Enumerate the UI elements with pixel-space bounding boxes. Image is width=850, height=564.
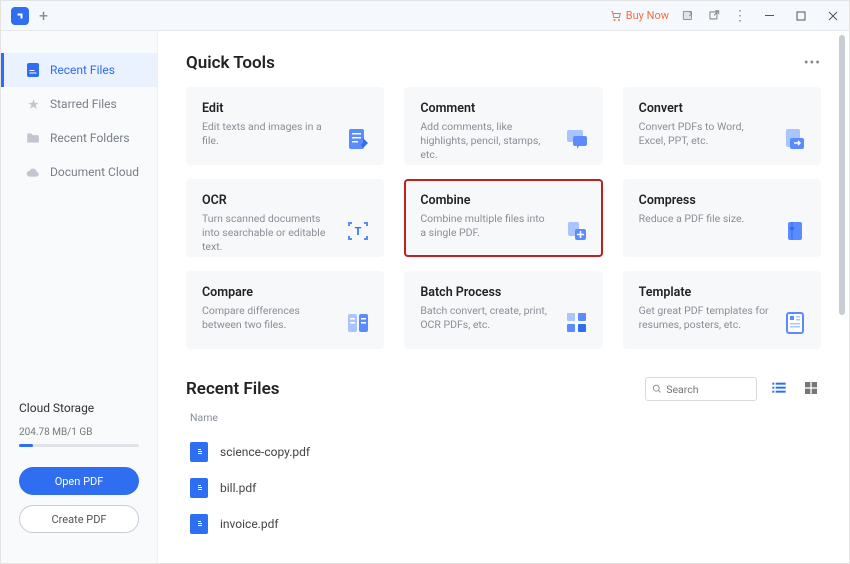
combine-icon xyxy=(565,219,589,243)
sidebar-item-label: Document Cloud xyxy=(50,165,139,179)
sidebar-item-label: Recent Folders xyxy=(50,131,130,145)
scrollbar[interactable] xyxy=(839,35,845,315)
sidebar-item-recent-folders[interactable]: Recent Folders xyxy=(1,121,157,155)
sidebar-item-label: Starred Files xyxy=(50,97,117,111)
quick-tools-title: Quick Tools xyxy=(186,53,275,73)
card-title: Combine xyxy=(420,193,586,208)
tool-card-template[interactable]: Template Get great PDF templates for res… xyxy=(623,271,821,349)
card-title: Edit xyxy=(202,101,368,116)
template-icon xyxy=(783,311,807,335)
minimize-button[interactable] xyxy=(759,6,779,26)
card-desc: Add comments, like highlights, pencil, s… xyxy=(420,120,586,163)
compress-icon xyxy=(783,219,807,243)
card-title: Convert xyxy=(639,101,805,116)
card-title: Compress xyxy=(639,193,805,208)
pdf-file-icon xyxy=(190,478,208,498)
compare-icon xyxy=(346,311,370,335)
sidebar-item-recent-files[interactable]: Recent Files xyxy=(1,53,157,87)
tool-card-ocr[interactable]: OCR Turn scanned documents into searchab… xyxy=(186,179,384,257)
file-name: science-copy.pdf xyxy=(220,445,310,459)
tool-card-edit[interactable]: Edit Edit texts and images in a file. xyxy=(186,87,384,165)
card-title: Compare xyxy=(202,285,368,300)
card-title: Template xyxy=(639,285,805,300)
card-desc: Combine multiple files into a single PDF… xyxy=(420,212,586,240)
titlebar: + Buy Now ⋮ xyxy=(1,1,849,31)
sidebar: Recent Files Starred Files Recent Folder… xyxy=(1,31,158,563)
card-desc: Compare differences between two files. xyxy=(202,304,368,332)
tool-card-compare[interactable]: Compare Compare differences between two … xyxy=(186,271,384,349)
file-item[interactable]: bill.pdf xyxy=(186,470,821,506)
card-desc: Batch convert, create, print, OCR PDFs, … xyxy=(420,304,586,332)
maximize-button[interactable] xyxy=(791,6,811,26)
svg-text:T: T xyxy=(355,225,362,238)
edit-icon xyxy=(346,127,370,151)
comment-icon xyxy=(565,127,589,151)
file-item[interactable]: invoice.pdf xyxy=(186,506,821,542)
star-icon xyxy=(26,97,40,111)
sidebar-item-label: Recent Files xyxy=(50,63,115,77)
card-desc: Edit texts and images in a file. xyxy=(202,120,368,148)
batch-icon xyxy=(565,311,589,335)
search-input[interactable] xyxy=(666,383,750,396)
file-name: bill.pdf xyxy=(220,481,256,495)
recent-files-title: Recent Files xyxy=(186,379,279,399)
create-pdf-button[interactable]: Create PDF xyxy=(19,505,139,533)
buy-now-label: Buy Now xyxy=(626,9,669,22)
convert-icon xyxy=(783,127,807,151)
buy-now-link[interactable]: Buy Now xyxy=(610,9,669,22)
search-input-wrapper[interactable] xyxy=(645,377,757,401)
share-icon[interactable] xyxy=(681,9,695,23)
pdf-file-icon xyxy=(190,514,208,534)
open-pdf-button[interactable]: Open PDF xyxy=(19,467,139,495)
card-desc: Reduce a PDF file size. xyxy=(639,212,805,226)
card-title: OCR xyxy=(202,193,368,208)
main-content: Quick Tools ••• Edit Edit texts and imag… xyxy=(158,31,849,563)
cloud-icon xyxy=(26,165,40,179)
tool-card-batch-process[interactable]: Batch Process Batch convert, create, pri… xyxy=(404,271,602,349)
cart-icon xyxy=(610,10,622,22)
tool-card-compress[interactable]: Compress Reduce a PDF file size. xyxy=(623,179,821,257)
more-menu-button[interactable]: ⋮ xyxy=(733,8,747,24)
external-icon[interactable] xyxy=(707,9,721,23)
card-title: Batch Process xyxy=(420,285,586,300)
quick-tools-more-button[interactable]: ••• xyxy=(804,55,821,71)
app-logo-icon xyxy=(11,7,29,25)
list-view-button[interactable] xyxy=(771,380,789,398)
tool-card-convert[interactable]: Convert Convert PDFs to Word, Excel, PPT… xyxy=(623,87,821,165)
file-icon xyxy=(26,63,40,77)
new-tab-button[interactable]: + xyxy=(39,6,48,25)
ocr-icon: T xyxy=(346,219,370,243)
tool-card-comment[interactable]: Comment Add comments, like highlights, p… xyxy=(404,87,602,165)
grid-view-button[interactable] xyxy=(803,380,821,398)
close-button[interactable] xyxy=(823,6,843,26)
file-item[interactable]: science-copy.pdf xyxy=(186,434,821,470)
file-name: invoice.pdf xyxy=(220,517,279,531)
card-desc: Turn scanned documents into searchable o… xyxy=(202,212,368,255)
sidebar-item-starred-files[interactable]: Starred Files xyxy=(1,87,157,121)
pdf-file-icon xyxy=(190,442,208,462)
cloud-storage-stats: 204.78 MB/1 GB xyxy=(19,427,139,438)
column-header-name: Name xyxy=(186,411,821,424)
cloud-storage-title: Cloud Storage xyxy=(19,401,139,415)
cloud-storage-progress xyxy=(19,444,139,447)
sidebar-item-document-cloud[interactable]: Document Cloud xyxy=(1,155,157,189)
card-desc: Convert PDFs to Word, Excel, PPT, etc. xyxy=(639,120,805,148)
card-title: Comment xyxy=(420,101,586,116)
search-icon xyxy=(652,383,662,395)
folder-icon xyxy=(26,131,40,145)
tool-card-combine[interactable]: Combine Combine multiple files into a si… xyxy=(404,179,602,257)
quick-tools-grid: Edit Edit texts and images in a file. Co… xyxy=(186,87,821,349)
card-desc: Get great PDF templates for resumes, pos… xyxy=(639,304,805,332)
